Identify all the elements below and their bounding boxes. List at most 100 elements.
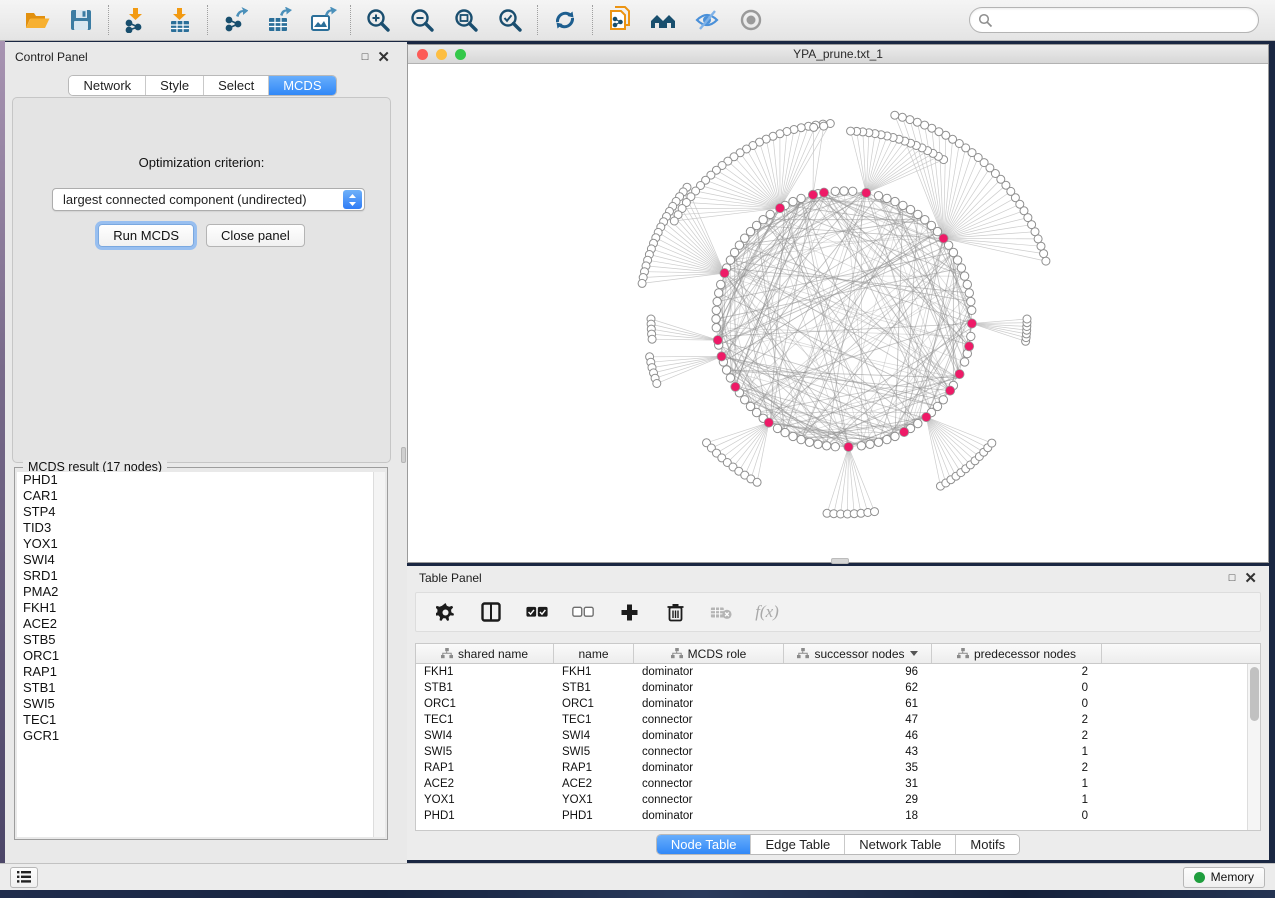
graph-node[interactable] [797, 194, 805, 202]
graph-node[interactable] [913, 118, 921, 126]
tab-select[interactable]: Select [204, 76, 269, 95]
graph-node[interactable] [883, 435, 891, 443]
graph-node[interactable] [712, 306, 720, 314]
search-input[interactable] [993, 10, 1250, 30]
columns-icon[interactable] [480, 601, 502, 623]
graph-node[interactable] [967, 297, 975, 305]
deselect-all-icon[interactable] [572, 601, 594, 623]
zoom-in-icon[interactable] [363, 5, 393, 35]
graph-node[interactable] [638, 279, 646, 287]
graph-hub-node[interactable] [967, 319, 976, 328]
mcds-result-item[interactable]: RAP1 [17, 664, 373, 680]
mcds-result-item[interactable]: STB5 [17, 632, 373, 648]
table-row[interactable]: ORC1ORC1dominator610 [416, 696, 1247, 712]
graph-node[interactable] [1023, 315, 1031, 323]
graph-node[interactable] [670, 217, 678, 225]
graph-node[interactable] [891, 197, 899, 205]
hide-selected-icon[interactable] [693, 5, 723, 35]
mcds-result-item[interactable]: YOX1 [17, 536, 373, 552]
graph-node[interactable] [726, 256, 734, 264]
graph-hub-node[interactable] [965, 342, 974, 351]
graph-node[interactable] [1037, 242, 1045, 250]
gear-icon[interactable] [434, 601, 456, 623]
zoom-fit-icon[interactable] [451, 5, 481, 35]
show-panels-menu-button[interactable] [10, 867, 38, 888]
graph-node[interactable] [722, 366, 730, 374]
mcds-result-item[interactable]: ORC1 [17, 648, 373, 664]
tab-node-table[interactable]: Node Table [657, 835, 752, 854]
graph-node[interactable] [866, 440, 874, 448]
column-header-mcds-role[interactable]: MCDS role [634, 644, 784, 663]
graph-node[interactable] [781, 428, 789, 436]
graph-node[interactable] [820, 122, 828, 130]
graph-node[interactable] [921, 121, 929, 129]
import-network-icon[interactable] [121, 5, 151, 35]
column-header-successor-nodes[interactable]: successor nodes [784, 644, 932, 663]
graph-node[interactable] [965, 289, 973, 297]
graph-node[interactable] [960, 272, 968, 280]
graph-hub-node[interactable] [808, 190, 817, 199]
mcds-result-item[interactable]: TEC1 [17, 712, 373, 728]
graph-node[interactable] [773, 424, 781, 432]
apply-layout-icon[interactable] [550, 5, 580, 35]
zoom-out-icon[interactable] [407, 5, 437, 35]
graph-node[interactable] [789, 197, 797, 205]
graph-node[interactable] [735, 241, 743, 249]
graph-node[interactable] [949, 248, 957, 256]
float-panel-icon[interactable]: □ [362, 52, 369, 63]
graph-node[interactable] [967, 332, 975, 340]
graph-hub-node[interactable] [939, 234, 948, 243]
close-table-panel-icon[interactable]: ✕ [1244, 572, 1257, 585]
table-row[interactable]: SWI5SWI5connector431 [416, 744, 1247, 760]
graph-node[interactable] [891, 432, 899, 440]
graph-node[interactable] [831, 443, 839, 451]
table-row[interactable]: STB1STB1dominator620 [416, 680, 1247, 696]
graph-node[interactable] [847, 127, 855, 135]
run-mcds-button[interactable]: Run MCDS [98, 224, 194, 247]
graph-node[interactable] [898, 113, 906, 121]
graph-hub-node[interactable] [775, 204, 784, 213]
table-row[interactable]: ACE2ACE2connector311 [416, 776, 1247, 792]
graph-node[interactable] [871, 508, 879, 516]
mcds-result-item[interactable]: SWI5 [17, 696, 373, 712]
add-icon[interactable] [618, 601, 640, 623]
open-file-icon[interactable] [22, 5, 52, 35]
graph-node[interactable] [1042, 257, 1050, 265]
graph-node[interactable] [712, 324, 720, 332]
horizontal-splitter-grip[interactable] [831, 558, 849, 564]
mcds-result-item[interactable]: PMA2 [17, 584, 373, 600]
graph-node[interactable] [653, 380, 661, 388]
mcds-list-scrollbar[interactable] [373, 472, 385, 837]
table-row[interactable]: RAP1RAP1dominator352 [416, 760, 1247, 776]
mcds-result-item[interactable]: SRD1 [17, 568, 373, 584]
new-network-from-selection-icon[interactable] [605, 5, 635, 35]
table-row[interactable]: TEC1TEC1connector472 [416, 712, 1247, 728]
graph-hub-node[interactable] [720, 269, 729, 278]
show-all-icon[interactable] [737, 5, 767, 35]
first-neighbors-icon[interactable] [649, 5, 679, 35]
graph-hub-node[interactable] [713, 336, 722, 345]
graph-hub-node[interactable] [946, 386, 955, 395]
graph-node[interactable] [883, 194, 891, 202]
graph-node[interactable] [953, 256, 961, 264]
graph-node[interactable] [1040, 250, 1048, 258]
column-header-name[interactable]: name [554, 644, 634, 663]
graph-node[interactable] [753, 478, 761, 486]
tab-mcds[interactable]: MCDS [269, 76, 335, 95]
graph-node[interactable] [712, 315, 720, 323]
zoom-selected-icon[interactable] [495, 5, 525, 35]
graph-node[interactable] [715, 289, 723, 297]
mcds-result-item[interactable]: STB1 [17, 680, 373, 696]
graph-node[interactable] [849, 187, 857, 195]
graph-node[interactable] [899, 201, 907, 209]
tab-style[interactable]: Style [146, 76, 204, 95]
mcds-result-item[interactable]: STP4 [17, 504, 373, 520]
mcds-result-item[interactable]: FKH1 [17, 600, 373, 616]
graph-node[interactable] [857, 442, 865, 450]
graph-hub-node[interactable] [844, 442, 853, 451]
graph-hub-node[interactable] [955, 370, 964, 379]
graph-node[interactable] [914, 419, 922, 427]
column-header-predecessor-nodes[interactable]: predecessor nodes [932, 644, 1102, 663]
select-all-icon[interactable] [526, 601, 548, 623]
graph-hub-node[interactable] [731, 382, 740, 391]
